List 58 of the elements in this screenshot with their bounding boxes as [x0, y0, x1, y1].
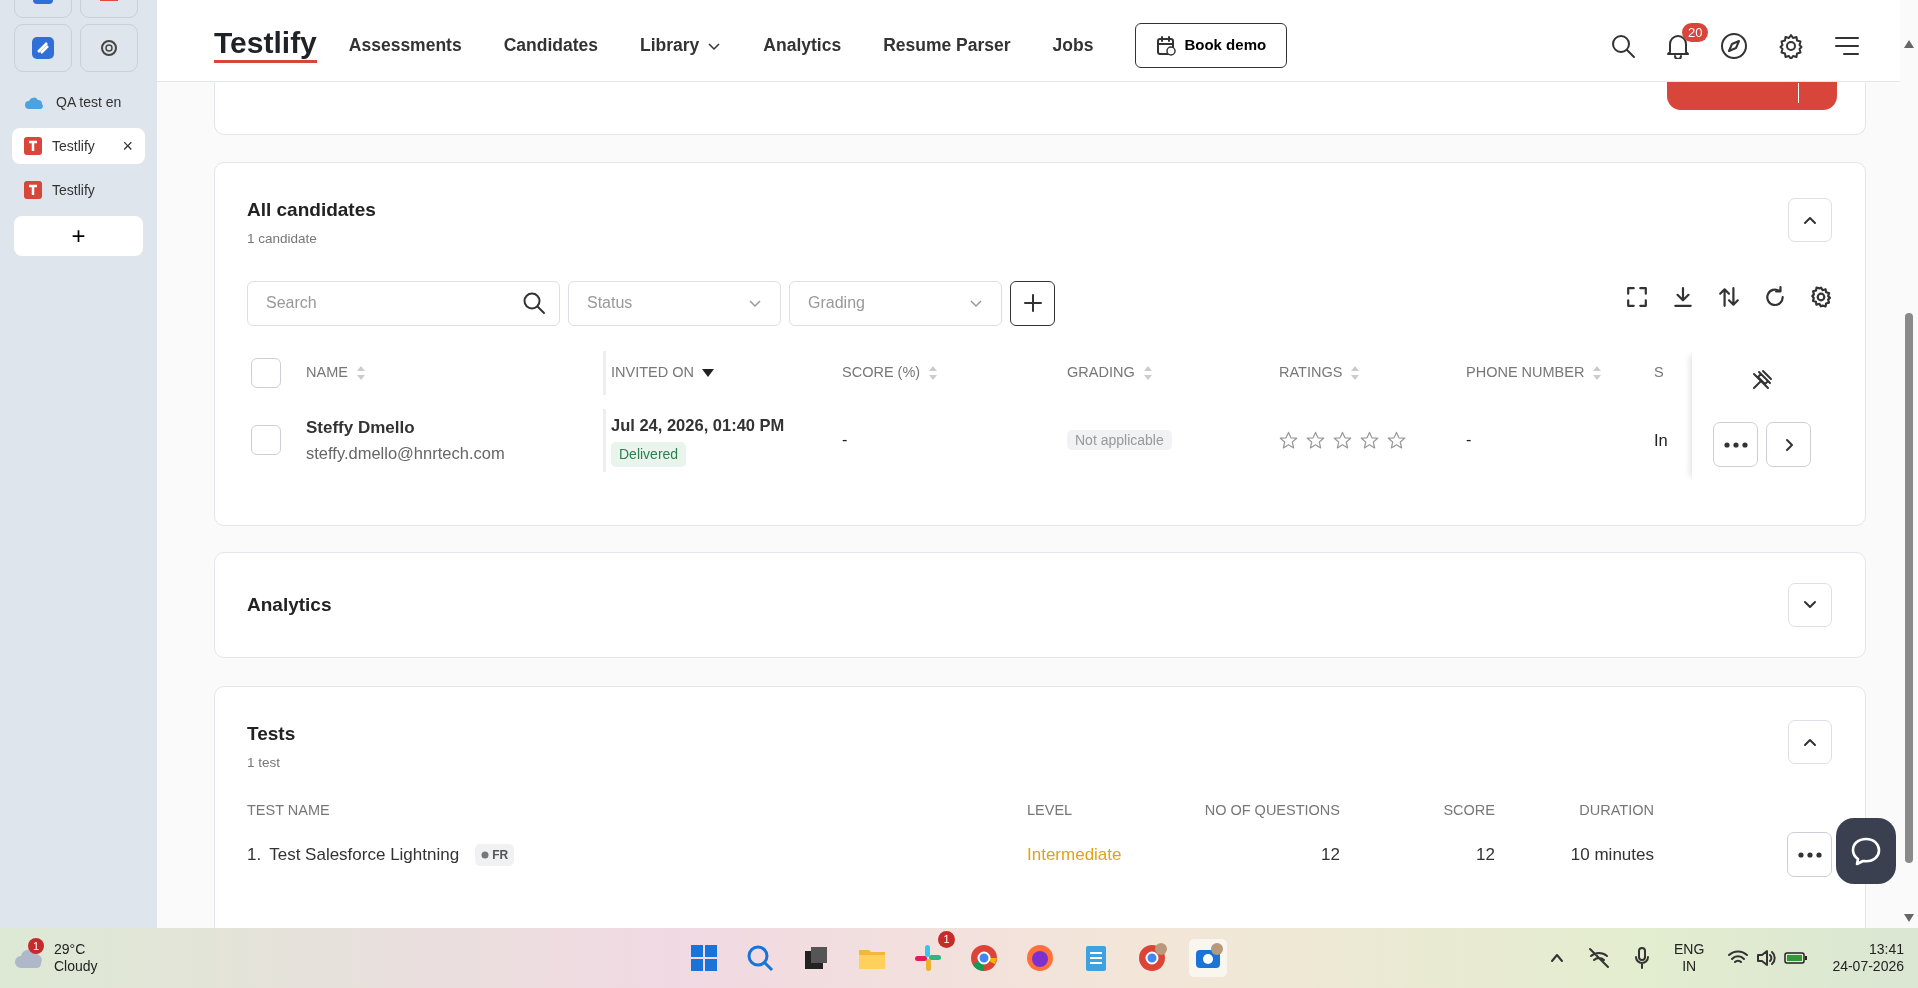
column-header[interactable]: NAME: [306, 361, 348, 384]
column-header[interactable]: RATINGS: [1279, 361, 1343, 384]
test-name[interactable]: Test Salesforce Lightning: [269, 842, 460, 868]
search-field[interactable]: Search: [247, 280, 560, 326]
nav-link[interactable]: Analytics: [763, 32, 842, 59]
test-count: 1 test: [247, 753, 282, 772]
table-cell: 12: [1321, 845, 1340, 864]
region-indicator[interactable]: IN: [1674, 958, 1705, 975]
table-cell: 12: [1476, 845, 1495, 864]
candidate-count: 1 candidate: [247, 229, 318, 248]
browser-tab[interactable]: QA test en: [12, 84, 145, 120]
column-header[interactable]: PHONE NUMBER: [1466, 361, 1585, 384]
notification-badge: 1: [938, 931, 955, 948]
column-header: TEST NAME: [247, 801, 330, 818]
column-header[interactable]: GRADING: [1067, 361, 1135, 384]
column-header: NO OF QUESTIONS: [1204, 801, 1340, 818]
candidate-name[interactable]: Steffy Dmello: [306, 415, 603, 441]
table-cell-text: -: [842, 430, 848, 451]
notification-badge: 20: [1682, 22, 1709, 42]
column-header: SCORE: [1443, 801, 1495, 818]
tab-title: Testlify: [52, 136, 95, 156]
column-header: DURATION: [1579, 801, 1654, 818]
close-button[interactable]: ×: [122, 132, 133, 160]
status-badge: Delivered: [611, 442, 687, 468]
table-cell-text: In: [1654, 429, 1668, 451]
browser-tab[interactable]: Testlify ×: [12, 128, 145, 164]
column-header[interactable]: SCORE (%): [842, 361, 921, 384]
brand-logo[interactable]: Testlify: [214, 28, 317, 63]
section-title: Tests: [247, 722, 296, 746]
table-cell-text: -: [1466, 430, 1472, 451]
invite-date: Jul 24, 2026, 01:40 PM: [611, 415, 786, 437]
table-cell: 10 minutes: [1570, 845, 1654, 864]
language-indicator[interactable]: ENG: [1674, 941, 1705, 958]
candidate-email: steffy.dmello@hnrtech.com: [306, 442, 506, 464]
nav-link[interactable]: Candidates: [503, 32, 598, 59]
clock-date[interactable]: 24-07-2026: [1832, 958, 1904, 975]
nav-link[interactable]: Jobs: [1052, 32, 1094, 59]
section-title: Analytics: [247, 592, 332, 617]
nav-link[interactable]: Assessments: [348, 32, 462, 59]
section-title: All candidates: [247, 198, 376, 222]
clock-time[interactable]: 13:41: [1832, 941, 1904, 958]
nav-link[interactable]: Resume Parser: [883, 32, 1011, 59]
temperature: 29°C: [54, 941, 87, 958]
grading-badge: Not applicable: [1067, 430, 1172, 451]
tab-title: Testlify: [52, 180, 95, 200]
book-demo-button[interactable]: Book demo: [1135, 23, 1288, 68]
nav-link[interactable]: Library: [640, 32, 722, 59]
weather-badge: 1: [28, 937, 45, 955]
language-tag: FR: [475, 843, 515, 866]
tab-title: QA test en: [56, 92, 122, 112]
column-header[interactable]: S: [1654, 361, 1664, 384]
weather-condition: Cloudy: [54, 958, 98, 975]
new-tab-button[interactable]: +: [14, 216, 143, 256]
browser-tab[interactable]: Testlify: [12, 172, 145, 208]
column-header: LEVEL: [1027, 801, 1073, 818]
row-number: 1.: [247, 844, 262, 866]
level-label: Intermediate: [1027, 845, 1122, 864]
column-header[interactable]: INVITED ON: [611, 361, 694, 384]
